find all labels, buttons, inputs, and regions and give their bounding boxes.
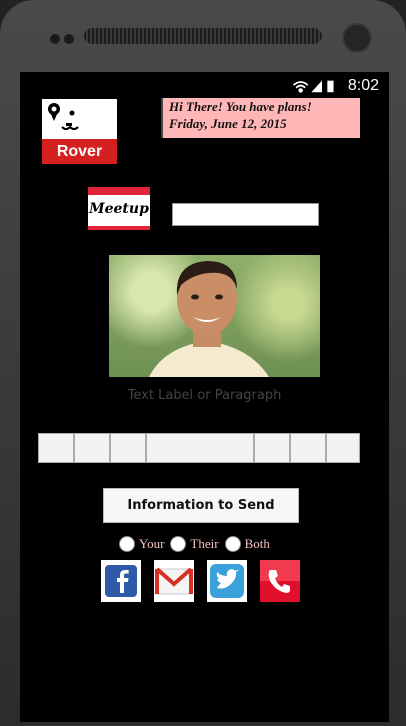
phone-frame: 8:02 Rover Hi There! You have plans! Fri… — [0, 0, 406, 726]
radio-their[interactable]: Their — [170, 536, 219, 552]
twitter-icon[interactable] — [207, 560, 247, 602]
segment-7[interactable] — [326, 433, 360, 463]
sensor-dot — [50, 34, 60, 44]
meetup-logo[interactable]: Meetup — [88, 187, 150, 230]
segment-1[interactable] — [38, 433, 74, 463]
sensor-dot — [64, 34, 74, 44]
radio-your[interactable]: Your — [119, 536, 164, 552]
rover-logo[interactable]: Rover — [42, 99, 117, 164]
information-to-send-button[interactable]: Information to Send — [103, 488, 299, 523]
screen: 8:02 Rover Hi There! You have plans! Fri… — [20, 72, 389, 722]
front-camera — [342, 23, 372, 53]
radio-label: Your — [139, 536, 165, 551]
radio-circle[interactable] — [119, 536, 135, 552]
signal-icon — [311, 80, 322, 93]
radio-circle[interactable] — [224, 536, 241, 552]
rover-logo-face — [42, 99, 117, 139]
radio-circle[interactable] — [170, 536, 187, 552]
segment-2[interactable] — [74, 433, 110, 463]
segment-6[interactable] — [290, 433, 326, 463]
clock: 8:02 — [347, 77, 379, 94]
phone-icon[interactable] — [260, 560, 300, 602]
plans-banner: Hi There! You have plans! Friday, June 1… — [161, 98, 360, 138]
meetup-logo-text: Meetup — [89, 201, 149, 217]
gmail-icon[interactable] — [154, 560, 194, 602]
date-text: Friday, June 12, 2015 — [169, 116, 287, 131]
wifi-icon — [292, 81, 309, 93]
rover-logo-text: Rover — [56, 143, 103, 160]
speaker-grille — [84, 28, 322, 44]
segment-center[interactable] — [146, 433, 254, 463]
recipient-radio-group: Your Their Both — [119, 534, 276, 554]
name-input[interactable] — [172, 203, 319, 226]
segment-3[interactable] — [110, 433, 146, 463]
text-label: Text Label or Paragraph — [127, 388, 282, 403]
radio-label: Both — [244, 536, 270, 551]
radio-both[interactable]: Both — [224, 536, 270, 552]
facebook-icon[interactable] — [101, 560, 141, 602]
status-bar: 8:02 — [20, 72, 389, 100]
dog-face-icon — [48, 103, 79, 130]
greeting-text: Hi There! You have plans! — [169, 99, 312, 114]
radio-label: Their — [190, 536, 219, 551]
person-image — [149, 261, 269, 377]
profile-photo — [109, 255, 320, 377]
battery-icon — [327, 80, 334, 93]
segment-5[interactable] — [254, 433, 290, 463]
status-icons — [292, 80, 334, 93]
